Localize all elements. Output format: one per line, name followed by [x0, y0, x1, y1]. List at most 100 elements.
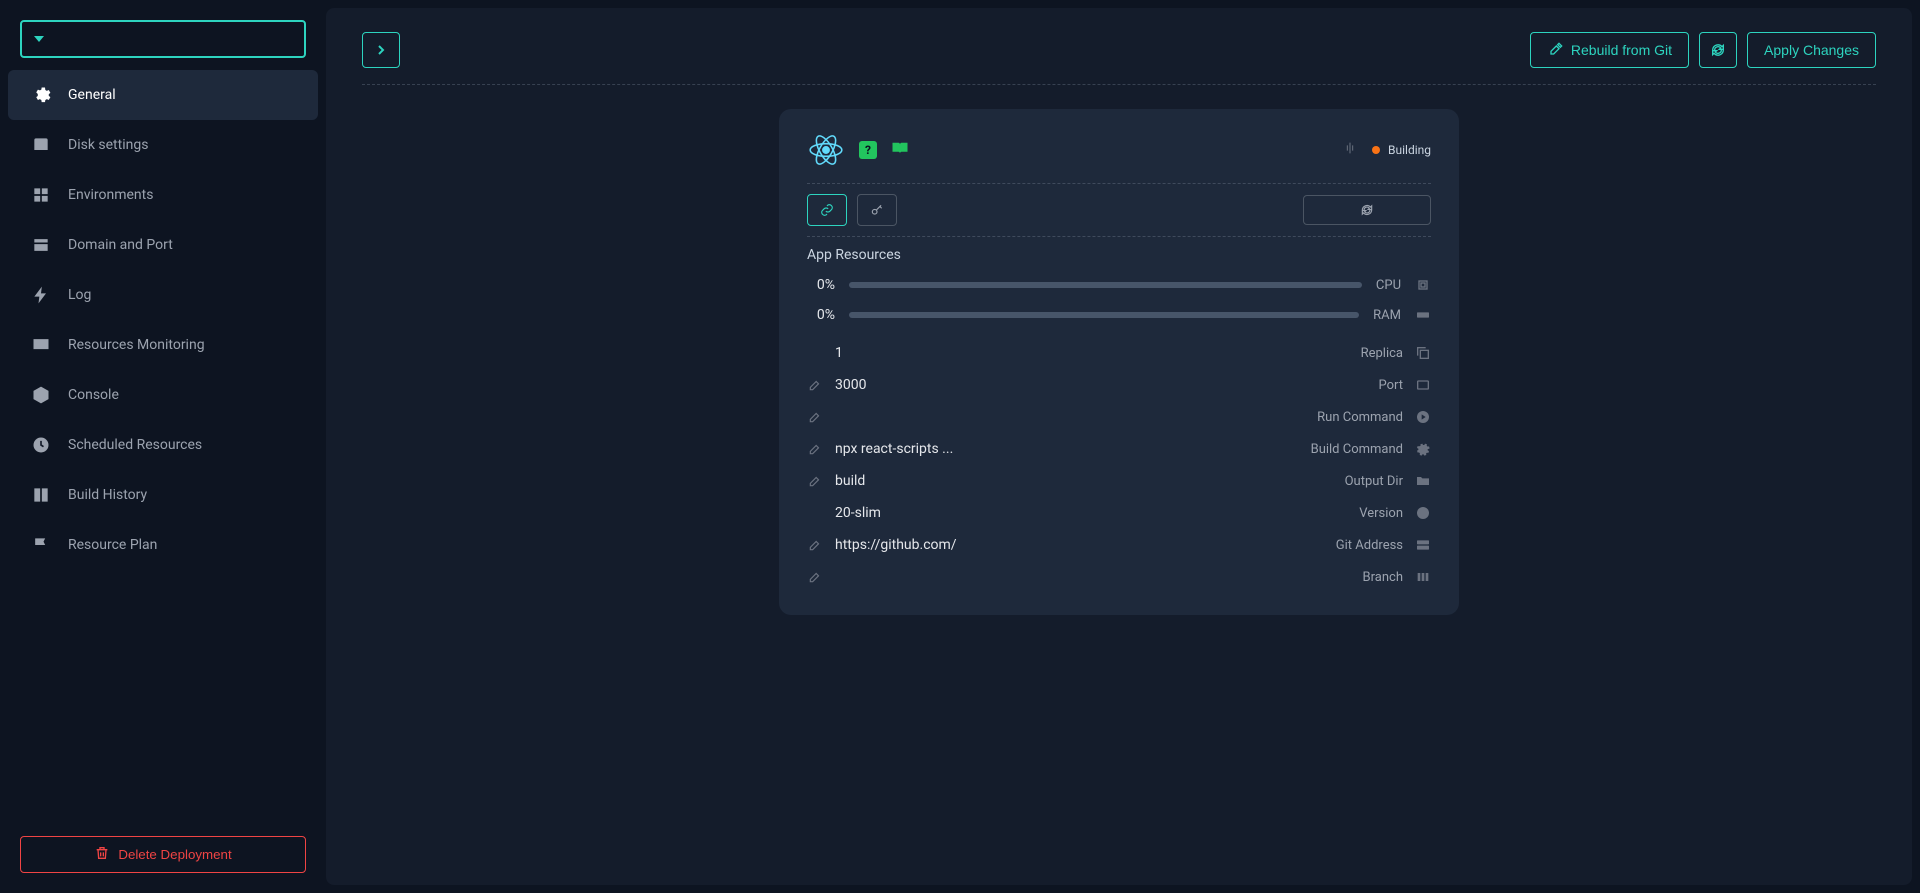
version-row: 20-slim Version [807, 497, 1431, 529]
edit-icon[interactable] [807, 441, 823, 457]
port-row: 3000 Port [807, 369, 1431, 401]
edit-icon[interactable] [807, 377, 823, 393]
cpu-value: 0% [807, 277, 835, 293]
build-command-value: npx react-scripts ... [835, 441, 953, 457]
version-value: 20-slim [835, 505, 881, 521]
edit-icon[interactable] [807, 473, 823, 489]
edit-icon[interactable] [807, 537, 823, 553]
cpu-row: 0% CPU [807, 277, 1431, 293]
sidebar-item-console[interactable]: Console [8, 370, 318, 420]
key-icon [870, 203, 884, 217]
sidebar-item-label: Log [68, 287, 91, 303]
build-command-row: npx react-scripts ... Build Command [807, 433, 1431, 465]
project-select[interactable] [20, 20, 306, 58]
version-label: Version [1359, 506, 1403, 521]
sidebar-item-label: Build History [68, 487, 147, 503]
help-badge-icon[interactable]: ? [859, 141, 877, 159]
link-icon [820, 203, 834, 217]
main-panel: Rebuild from Git Apply Changes ? [326, 8, 1912, 885]
environments-icon [30, 184, 52, 206]
replica-value: 1 [835, 345, 843, 361]
copy-icon [1415, 345, 1431, 361]
link-button[interactable] [807, 194, 847, 226]
run-command-row: Run Command [807, 401, 1431, 433]
output-dir-row: build Output Dir [807, 465, 1431, 497]
delete-deployment-button[interactable]: Delete Deployment [20, 836, 306, 873]
gear-icon [30, 84, 52, 106]
expand-button[interactable] [362, 32, 400, 68]
refresh-icon [1360, 203, 1374, 217]
rebuild-button[interactable]: Rebuild from Git [1530, 32, 1689, 68]
cpu-bar [849, 282, 1362, 288]
disk-icon [30, 134, 52, 156]
server-icon [1415, 537, 1431, 553]
git-value: https://github.com/ [835, 537, 957, 553]
sidebar-item-scheduled[interactable]: Scheduled Resources [8, 420, 318, 470]
ram-label: RAM [1373, 308, 1401, 323]
edit-icon[interactable] [807, 569, 823, 585]
section-title: App Resources [807, 247, 1431, 263]
cpu-label: CPU [1376, 278, 1401, 293]
status-dot-icon [1372, 146, 1380, 154]
clock-icon [30, 434, 52, 456]
sidebar-item-env[interactable]: Environments [8, 170, 318, 220]
delete-label: Delete Deployment [118, 847, 231, 862]
port-icon [1415, 377, 1431, 393]
replica-label: Replica [1361, 346, 1403, 361]
sidebar-item-monitoring[interactable]: Resources Monitoring [8, 320, 318, 370]
sidebar-item-label: Resources Monitoring [68, 337, 205, 353]
key-button[interactable] [857, 194, 897, 226]
rebuild-label: Rebuild from Git [1571, 42, 1672, 58]
ram-row: 0% RAM [807, 307, 1431, 323]
domain-icon [30, 234, 52, 256]
sidebar-item-label: Resource Plan [68, 537, 157, 553]
replica-row: 1 Replica [807, 337, 1431, 369]
sidebar-item-label: Domain and Port [68, 237, 173, 253]
status: Building [1372, 143, 1431, 157]
folder-icon [1415, 473, 1431, 489]
run-command-label: Run Command [1317, 410, 1403, 425]
apply-changes-button[interactable]: Apply Changes [1747, 32, 1876, 68]
book-icon [30, 484, 52, 506]
monitor-icon [30, 334, 52, 356]
flag-icon [30, 534, 52, 556]
output-dir-value: build [835, 473, 865, 489]
ram-bar [849, 312, 1359, 318]
port-label: Port [1378, 378, 1403, 393]
separator [807, 236, 1431, 237]
separator [807, 183, 1431, 184]
sidebar-item-plan[interactable]: Resource Plan [8, 520, 318, 570]
cpu-icon [1415, 277, 1431, 293]
branch-label: Branch [1363, 570, 1403, 585]
sidebar-item-general[interactable]: General [8, 70, 318, 120]
chevron-right-icon [373, 42, 389, 58]
chevron-down-icon [34, 36, 44, 42]
tools-icon [1547, 42, 1563, 58]
info-icon [1415, 505, 1431, 521]
restart-button[interactable] [1303, 195, 1431, 225]
refresh-icon [1710, 42, 1726, 58]
sidebar-item-log[interactable]: Log [8, 270, 318, 320]
edit-icon[interactable] [807, 409, 823, 425]
react-logo-icon [807, 131, 845, 169]
apply-label: Apply Changes [1764, 42, 1859, 58]
sidebar-item-label: General [68, 87, 116, 103]
cube-icon [30, 384, 52, 406]
sidebar-item-history[interactable]: Build History [8, 470, 318, 520]
sidebar-item-domain[interactable]: Domain and Port [8, 220, 318, 270]
ram-value: 0% [807, 307, 835, 323]
separator [362, 84, 1876, 85]
refresh-button[interactable] [1699, 32, 1737, 68]
sidebar-item-disk[interactable]: Disk settings [8, 120, 318, 170]
columns-icon [1415, 569, 1431, 585]
trash-icon [94, 845, 110, 864]
git-row: https://github.com/ Git Address [807, 529, 1431, 561]
topbar: Rebuild from Git Apply Changes [362, 32, 1876, 68]
play-icon [1415, 409, 1431, 425]
build-command-label: Build Command [1311, 442, 1403, 457]
port-value: 3000 [835, 377, 866, 393]
docs-icon[interactable] [891, 141, 909, 159]
output-dir-label: Output Dir [1345, 474, 1403, 489]
sidebar-item-label: Disk settings [68, 137, 148, 153]
sidebar-item-label: Console [68, 387, 119, 403]
